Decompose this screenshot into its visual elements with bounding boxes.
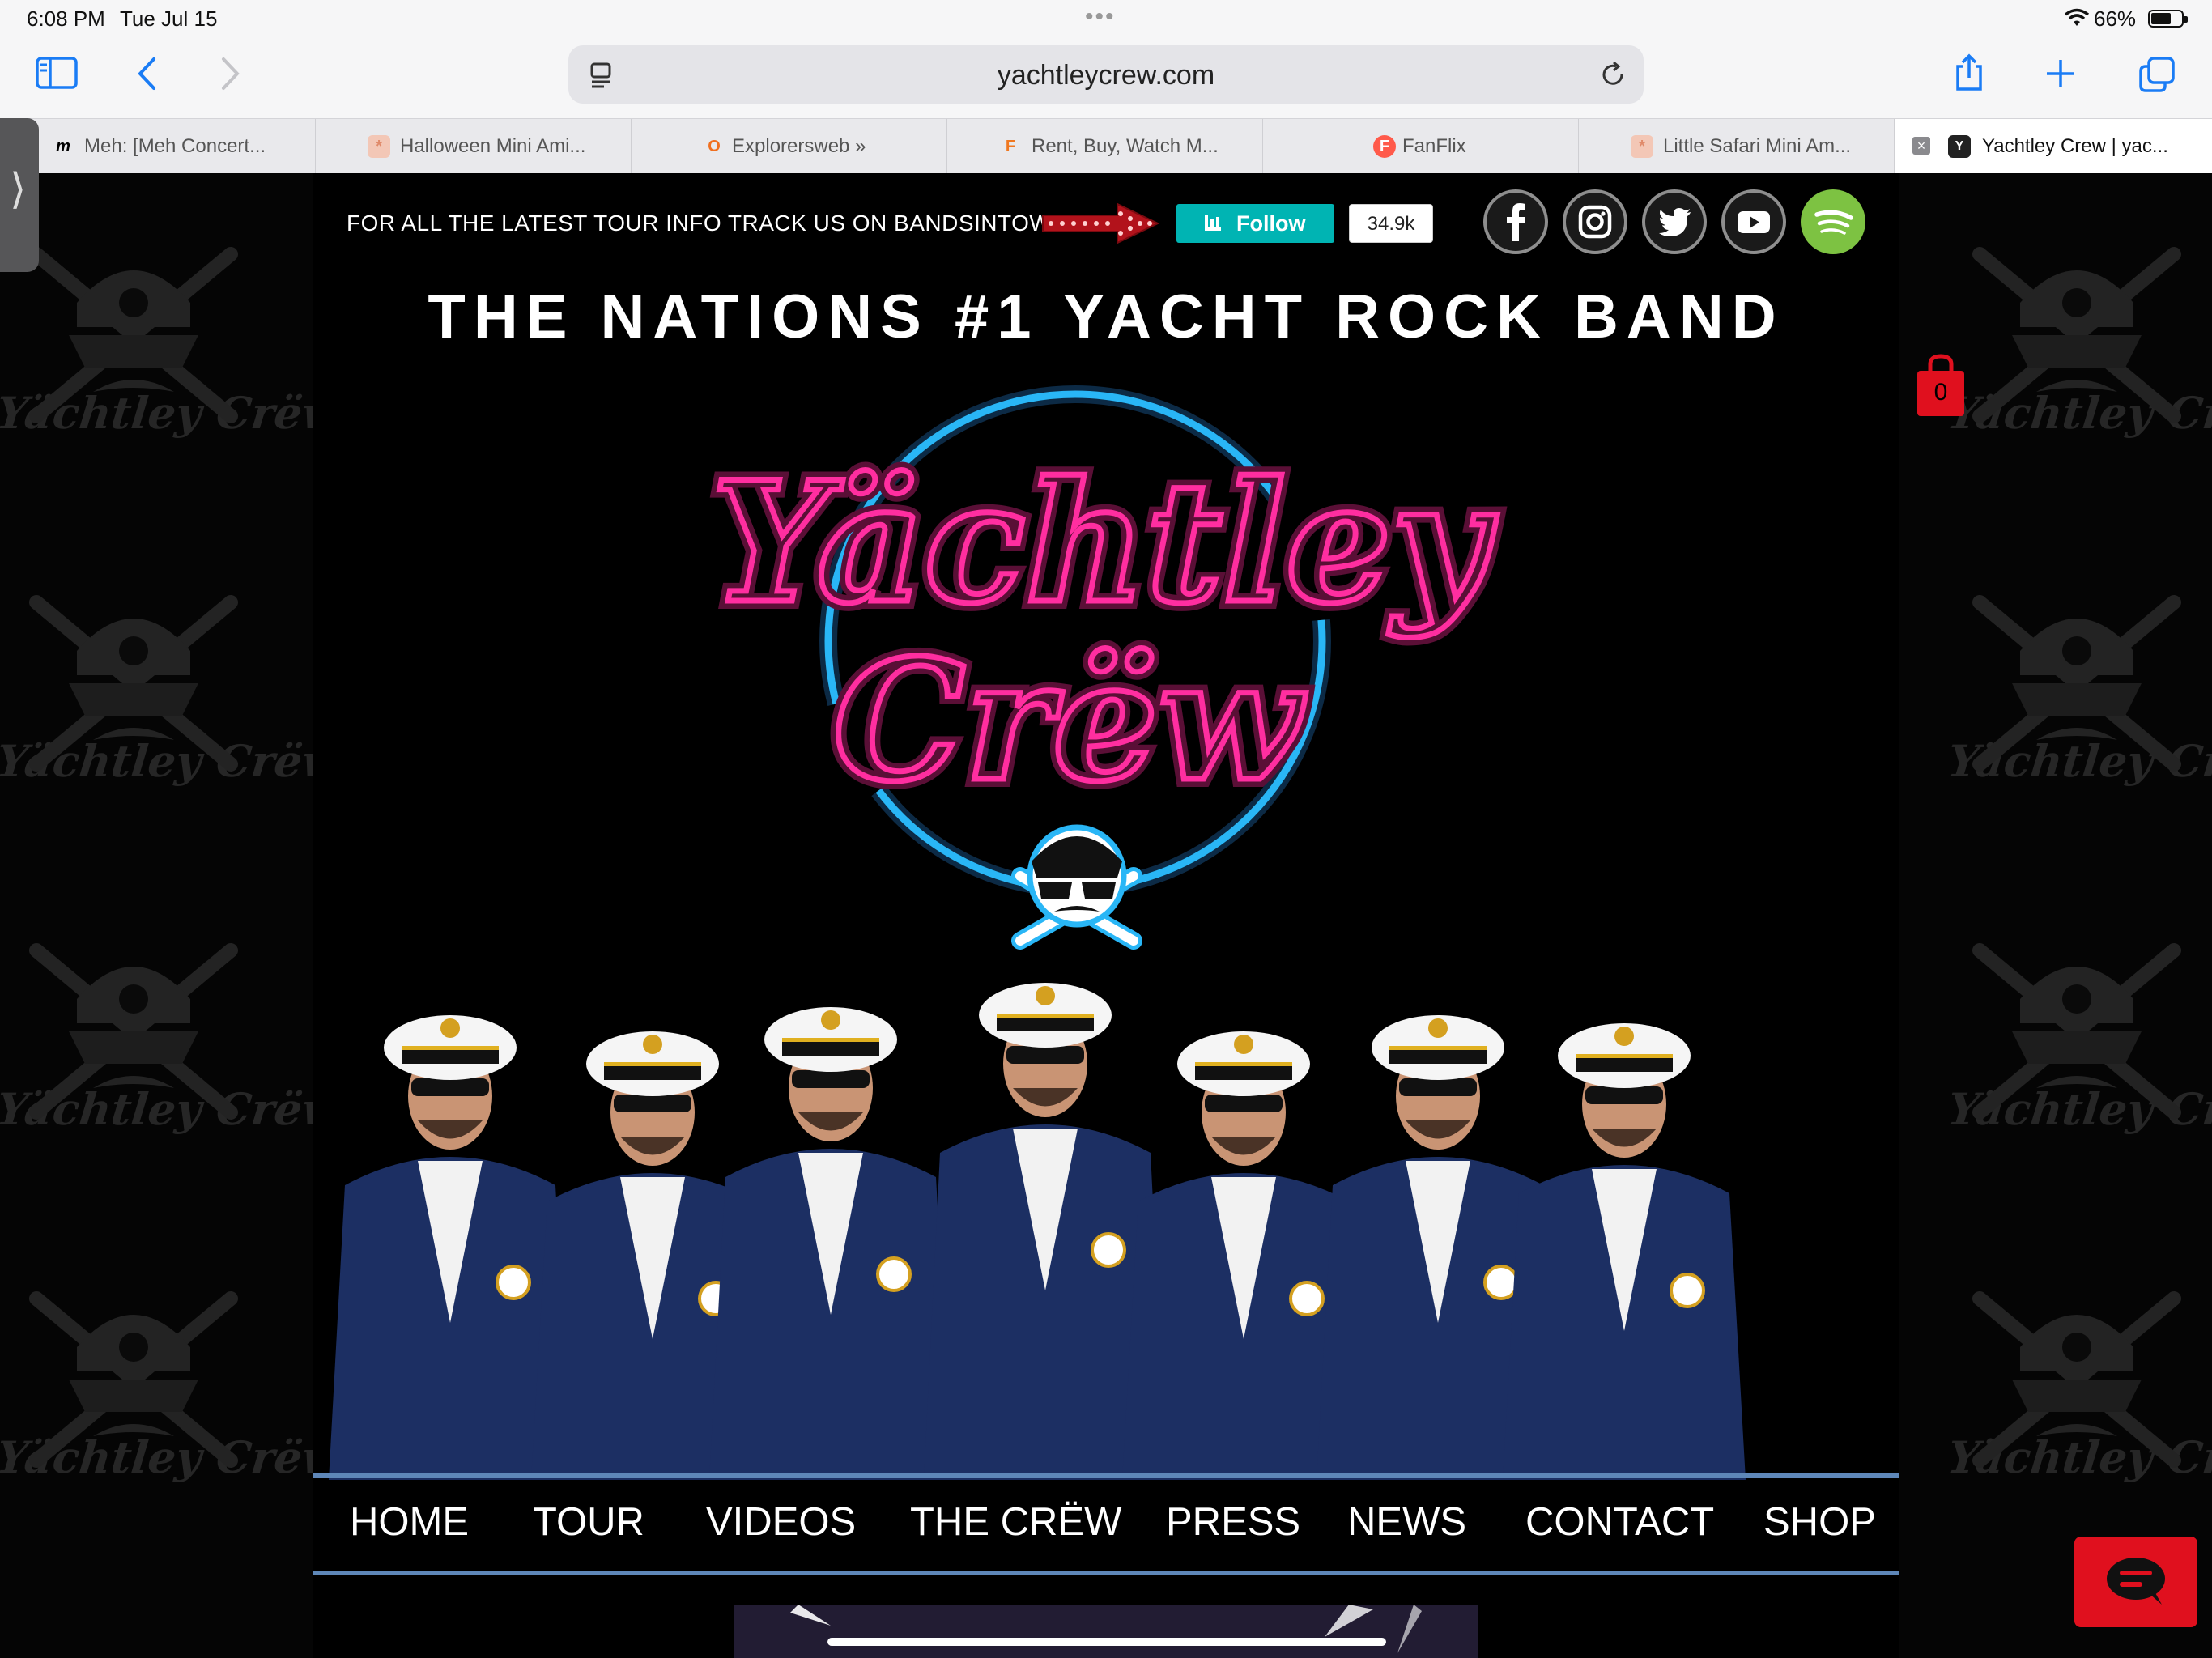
twitter-link[interactable] (1642, 189, 1707, 254)
nav-divider-top (313, 1473, 1899, 1478)
cart-button[interactable]: 0 (1916, 353, 1966, 418)
chevron-right-icon: ⟩ (10, 166, 27, 213)
back-icon[interactable] (136, 57, 157, 91)
tagline: THE NATIONS #1 YACHT ROCK BAND (428, 283, 1784, 351)
crew-member (709, 1007, 952, 1480)
chat-button[interactable] (2074, 1537, 2197, 1627)
nav-home[interactable]: HOME (350, 1499, 469, 1545)
close-tab-icon[interactable]: × (1912, 137, 1930, 155)
tab-fanflix[interactable]: F FanFlix (1263, 119, 1579, 174)
nav-news[interactable]: NEWS (1347, 1499, 1466, 1545)
main-nav: HOME TOUR VIDEOS THE CRËW PRESS NEWS CON… (313, 1473, 1899, 1575)
status-bar: 6:08 PM Tue Jul 15 ••• 66% (0, 0, 2212, 37)
nav-contact[interactable]: CONTACT (1525, 1499, 1714, 1545)
yachtley-crew-logo: Yächtley Yächtley Crëw Crëw (703, 385, 1505, 950)
tab-halloween[interactable]: * Halloween Mini Ami... (316, 119, 632, 174)
browser-toolbar: yachtleycrew.com (0, 37, 2212, 118)
sidebar-toggle-icon[interactable] (36, 57, 78, 89)
site-content: FOR ALL THE LATEST TOUR INFO TRACK US ON… (313, 173, 1964, 1658)
tab-yachtley-crew[interactable]: × Y Yachtley Crew | yac... (1895, 119, 2212, 174)
logo-word-1: Yächtley (711, 446, 1497, 640)
explorersweb-favicon-icon: O (708, 138, 721, 155)
yachtley-favicon-icon: Y (1948, 135, 1971, 158)
tab-label: Explorersweb » (732, 135, 866, 157)
nav-the-crew[interactable]: THE CRËW (910, 1499, 1121, 1545)
home-indicator[interactable] (827, 1638, 1386, 1646)
url-text: yachtleycrew.com (997, 60, 1215, 91)
facebook-link[interactable] (1483, 189, 1548, 254)
stage-lights-image (734, 1605, 1478, 1658)
fanflix-favicon-icon: F (1373, 135, 1396, 158)
tab-explorersweb[interactable]: O Explorersweb » (632, 119, 947, 174)
tour-info-text: FOR ALL THE LATEST TOUR INFO TRACK US ON… (347, 210, 1069, 236)
bandsintown-icon (1205, 215, 1221, 231)
instagram-icon (1566, 193, 1624, 251)
tab-bar: m Meh: [Meh Concert... * Halloween Mini … (0, 118, 2212, 175)
fandango-favicon-icon: F (1005, 138, 1016, 155)
band-photo (329, 983, 1746, 1480)
share-icon[interactable] (1953, 53, 1985, 92)
spotify-icon (1814, 210, 1853, 235)
tab-label: FanFlix (1402, 135, 1466, 157)
tab-rent-buy[interactable]: F Rent, Buy, Watch M... (947, 119, 1263, 174)
reload-icon[interactable] (1598, 60, 1627, 89)
logo-word-2: Crëw (833, 624, 1307, 818)
tab-overview-icon[interactable] (2139, 57, 2175, 92)
wifi-icon (2064, 8, 2090, 26)
cart-count: 0 (1933, 379, 1948, 406)
status-time: 6:08 PM (27, 6, 105, 31)
follow-label: Follow (1236, 211, 1306, 236)
meh-favicon-icon: m (56, 138, 70, 155)
tab-label: Halloween Mini Ami... (400, 135, 586, 157)
tab-label: Meh: [Meh Concert... (84, 135, 266, 157)
nav-divider-bottom (313, 1571, 1899, 1575)
new-tab-icon[interactable] (2045, 58, 2076, 89)
battery-icon (2148, 10, 2188, 28)
chat-bubble-icon (2107, 1558, 2165, 1605)
tab-label: Rent, Buy, Watch M... (1032, 135, 1219, 157)
youtube-link[interactable] (1721, 189, 1786, 254)
shop-favicon-icon: * (368, 135, 390, 158)
captain-skull-icon (1011, 824, 1142, 950)
address-bar[interactable]: yachtleycrew.com (568, 45, 1644, 104)
youtube-icon (1725, 193, 1783, 251)
forward-icon[interactable] (220, 57, 241, 91)
nav-press[interactable]: PRESS (1166, 1499, 1300, 1545)
battery-percent: 66% (2094, 6, 2137, 31)
crew-member (1503, 1023, 1746, 1480)
nav-videos[interactable]: VIDEOS (706, 1499, 856, 1545)
sidebar-handle[interactable]: ⟩ (0, 118, 39, 272)
shop-favicon-icon: * (1631, 135, 1653, 158)
marquee-arrow-icon (1042, 202, 1160, 244)
facebook-icon (1487, 193, 1545, 251)
bandsintown-follow-button[interactable]: Follow (1176, 204, 1334, 243)
multitasking-dots-icon[interactable]: ••• (1085, 3, 1116, 31)
tab-meh[interactable]: m Meh: [Meh Concert... (39, 119, 316, 174)
video-preview[interactable] (734, 1605, 1478, 1658)
nav-tour[interactable]: TOUR (533, 1499, 644, 1545)
tab-little-safari[interactable]: * Little Safari Mini Am... (1579, 119, 1895, 174)
tab-label: Yachtley Crew | yac... (1982, 135, 2168, 157)
instagram-link[interactable] (1563, 189, 1627, 254)
status-date: Tue Jul 15 (120, 6, 218, 31)
follow-count: 34.9k (1349, 204, 1433, 243)
tab-label: Little Safari Mini Am... (1663, 135, 1852, 157)
nav-shop[interactable]: SHOP (1763, 1499, 1876, 1545)
crew-member (329, 1015, 572, 1480)
spotify-link[interactable] (1801, 189, 1865, 254)
twitter-icon (1645, 193, 1704, 251)
